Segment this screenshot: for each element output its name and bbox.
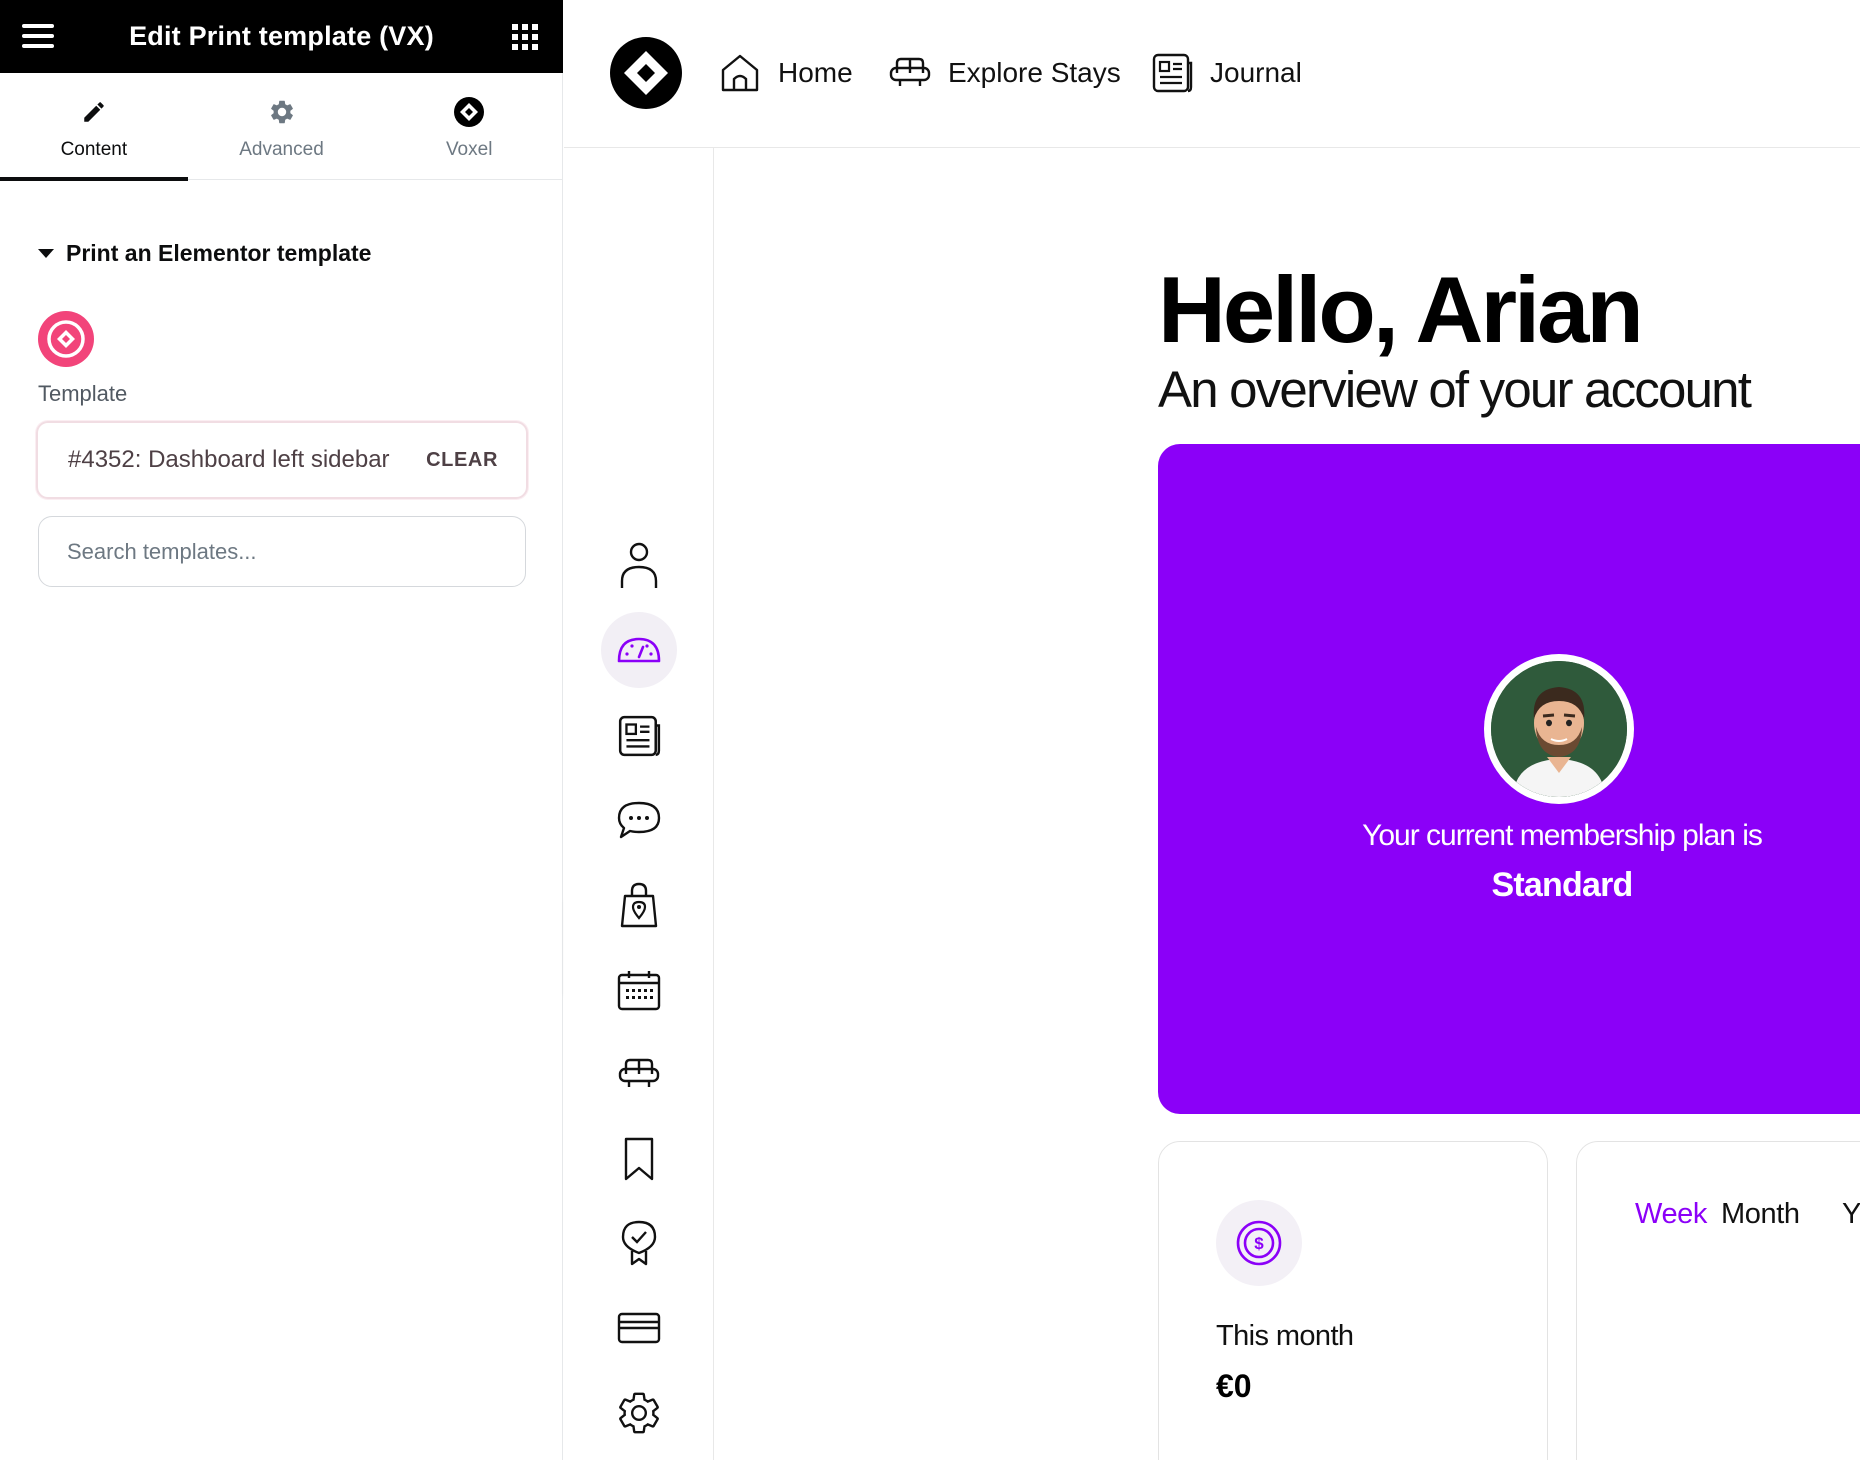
sidebar-item-messages[interactable]: [601, 782, 677, 858]
dashboard-gauge-icon: [617, 637, 661, 663]
home-icon: [721, 54, 759, 92]
nav-label: Explore Stays: [948, 57, 1121, 88]
greeting-subtitle: An overview of your account: [1158, 361, 1752, 418]
sidebar-item-bookings[interactable]: [601, 952, 677, 1028]
widgets-grid-icon[interactable]: [512, 24, 538, 50]
svg-text:$: $: [1254, 1234, 1264, 1253]
sofa-icon: [618, 1058, 660, 1087]
nav-label: Journal: [1210, 57, 1302, 88]
earnings-card: $ This month €0: [1158, 1141, 1548, 1460]
avatar: [1484, 654, 1634, 804]
sidebar-item-posts[interactable]: [601, 698, 677, 774]
greeting-heading: Hello, Arian: [1158, 257, 1644, 362]
nav-explore-stays[interactable]: Explore Stays: [888, 50, 1121, 96]
sidebar-item-orders[interactable]: [601, 867, 677, 943]
site-logo[interactable]: [610, 37, 682, 109]
stat-label: This month: [1216, 1320, 1354, 1352]
hamburger-menu-icon[interactable]: [22, 24, 54, 48]
tab-label: Voxel: [445, 139, 493, 160]
tab-content[interactable]: Content: [0, 73, 188, 181]
pencil-icon: [81, 97, 107, 127]
membership-card: Your current membership plan is Standard: [1158, 444, 1860, 1114]
user-avatar-illustration: [1491, 661, 1627, 797]
clear-button[interactable]: CLEAR: [426, 449, 498, 472]
period-tab-month[interactable]: Month: [1721, 1198, 1800, 1231]
elementor-template-icon: [38, 311, 94, 367]
sofa-icon: [889, 57, 931, 86]
sidebar-item-stays[interactable]: [601, 1036, 677, 1112]
nav-home[interactable]: Home: [718, 50, 853, 96]
newspaper-icon: [1152, 53, 1193, 93]
bookmark-icon: [624, 1137, 654, 1181]
user-icon: [620, 542, 658, 588]
sidebar-item-profile[interactable]: [601, 528, 677, 604]
top-navigation: Home Explore Stays Journal: [564, 0, 1860, 148]
search-templates-input[interactable]: [38, 516, 526, 587]
dashboard-sidebar: [564, 148, 714, 1460]
sidebar-item-settings[interactable]: [601, 1375, 677, 1451]
stats-chart-card: Week Month Y: [1576, 1141, 1860, 1460]
caret-down-icon: [38, 249, 54, 258]
sidebar-item-membership[interactable]: [601, 1205, 677, 1281]
currency-icon: $: [1216, 1200, 1302, 1286]
sidebar-item-payments[interactable]: [601, 1290, 677, 1366]
site-preview: Home Explore Stays Journal Hello, Arian …: [564, 0, 1860, 1460]
settings-gear-icon: [619, 1392, 659, 1434]
stat-value: €0: [1216, 1368, 1252, 1404]
editor-panel: Edit Print template (VX) Content Advance…: [0, 0, 563, 1460]
panel-header: Edit Print template (VX): [0, 0, 563, 73]
award-badge-icon: [621, 1220, 657, 1266]
nav-journal[interactable]: Journal: [1150, 50, 1302, 96]
section-title: Print an Elementor template: [66, 240, 372, 266]
period-tab-week[interactable]: Week: [1635, 1198, 1707, 1231]
sidebar-item-saved[interactable]: [601, 1121, 677, 1197]
selected-template: #4352: Dashboard left sidebar: [68, 446, 390, 473]
sidebar-item-dashboard[interactable]: [601, 612, 677, 688]
gear-icon: [268, 97, 296, 127]
panel-tabs: Content Advanced Voxel: [0, 73, 563, 181]
membership-text: Your current membership plan is: [1362, 819, 1763, 852]
tab-label: Content: [60, 139, 128, 160]
template-select[interactable]: #4352: Dashboard left sidebar CLEAR: [36, 421, 528, 499]
nav-label: Home: [778, 57, 853, 88]
section-toggle[interactable]: Print an Elementor template: [38, 240, 371, 267]
credit-card-icon: [617, 1312, 661, 1344]
panel-title: Edit Print template (VX): [129, 21, 434, 51]
chat-bubble-icon: [617, 801, 661, 839]
voxel-logo-icon: [453, 97, 485, 127]
template-label: Template: [38, 381, 128, 406]
calendar-icon: [617, 971, 661, 1011]
membership-plan-name: Standard: [1491, 866, 1634, 904]
tab-advanced[interactable]: Advanced: [188, 73, 376, 180]
tab-voxel[interactable]: Voxel: [375, 73, 563, 180]
newspaper-icon: [618, 715, 661, 757]
tab-label: Advanced: [239, 139, 324, 160]
period-tab-year[interactable]: Y: [1842, 1198, 1860, 1231]
shopping-bag-icon: [620, 882, 658, 928]
